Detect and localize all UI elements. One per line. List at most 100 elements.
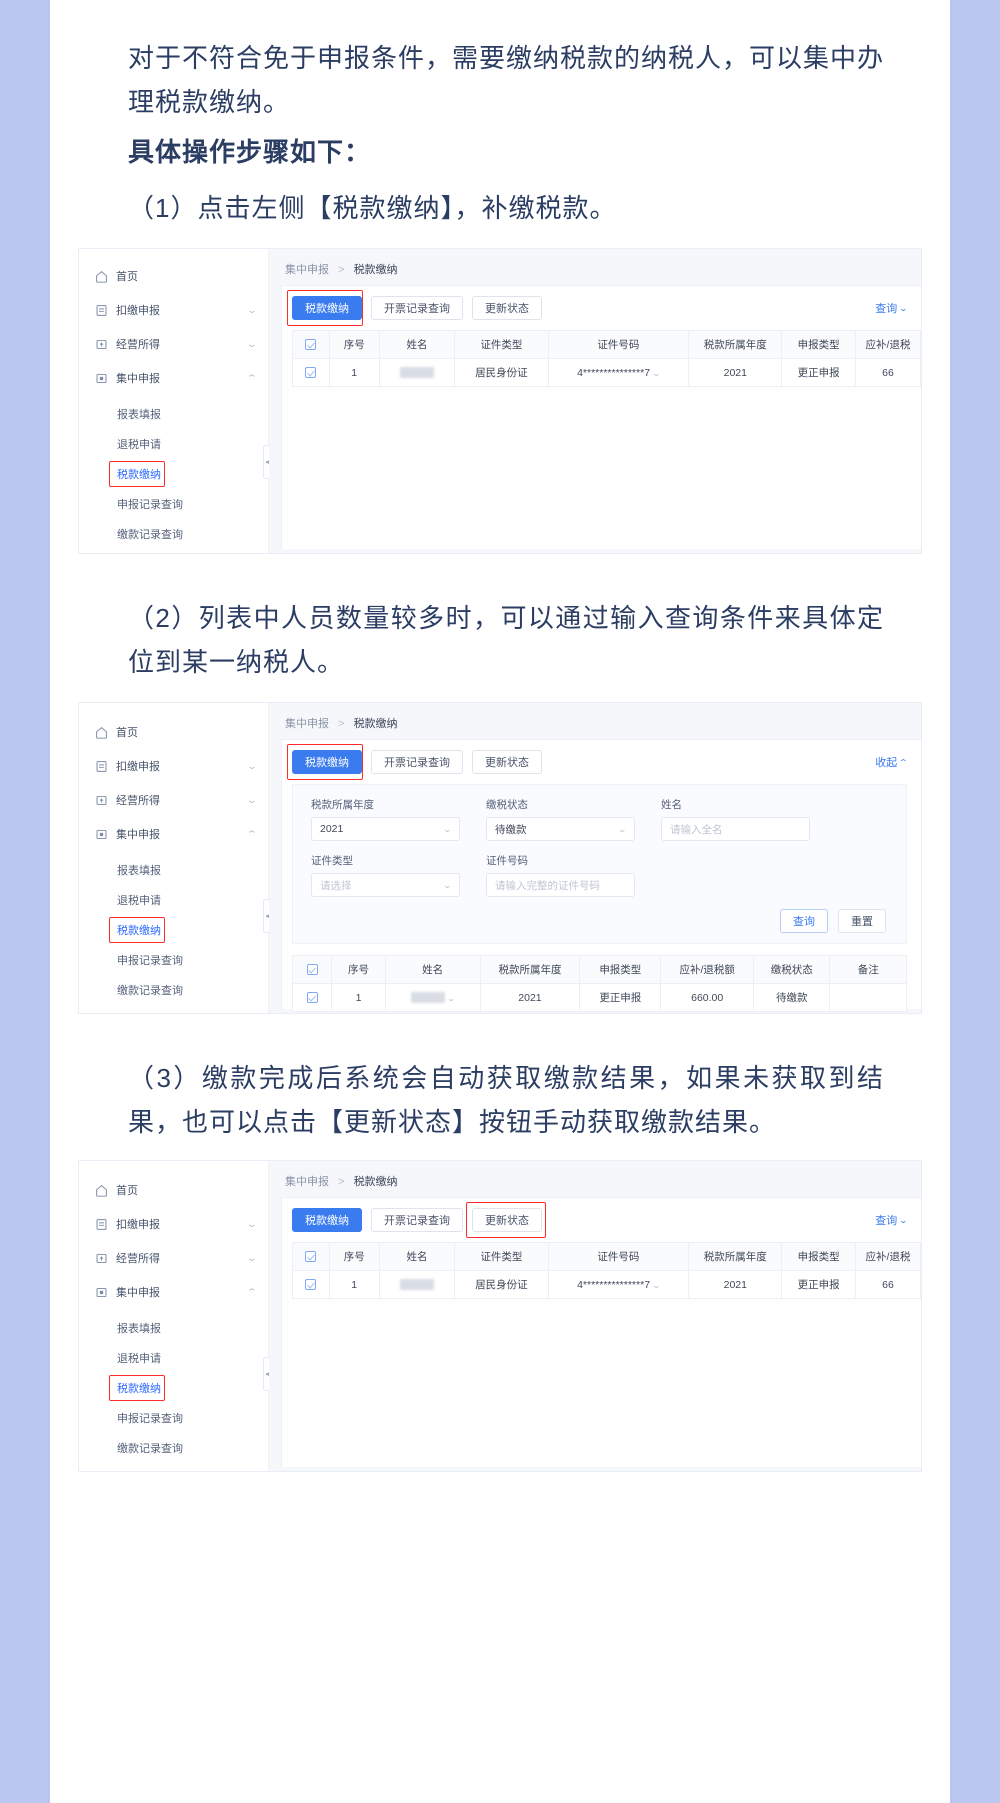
sidebar-item-home[interactable]: 首页 (79, 715, 268, 749)
home-icon (95, 270, 108, 283)
cell-seq: 1 (328, 358, 380, 387)
cell-tax-year: 2021 (479, 983, 581, 1012)
col-name: 姓名 (378, 1242, 456, 1271)
sidebar-item-refund-apply[interactable]: 退税申请 (79, 429, 268, 459)
sidebar-item-tax-payment[interactable]: 税款缴纳 (79, 1373, 268, 1403)
checkbox-icon[interactable] (305, 339, 317, 351)
sidebar-item-home[interactable]: 首页 (79, 1173, 268, 1207)
checkbox-icon[interactable] (305, 1279, 317, 1291)
invoice-record-query-button[interactable]: 开票记录查询 (371, 750, 463, 774)
row-checkbox-cell[interactable] (292, 358, 330, 387)
pay-status-select[interactable]: 待缴款 ⌄ (486, 817, 635, 841)
chevron-down-icon[interactable]: ⌄ (446, 994, 455, 1003)
update-status-button[interactable]: 更新状态 (472, 750, 542, 774)
sidebar-item-tax-payment[interactable]: 税款缴纳 (79, 915, 268, 945)
field-label: 姓名 (661, 799, 682, 811)
row-checkbox-cell[interactable] (292, 1270, 330, 1299)
page-rail-right (950, 0, 1000, 1803)
form-icon (95, 1218, 108, 1231)
field-tax-year: 税款所属年度 2021 ⌄ (311, 797, 486, 841)
checkbox-icon[interactable] (305, 367, 317, 379)
sidebar-item-label: 经营所得 (116, 339, 160, 351)
breadcrumb-parent[interactable]: 集中申报 (285, 264, 329, 276)
col-seq: 序号 (328, 1242, 380, 1271)
tax-year-select[interactable]: 2021 ⌄ (311, 817, 460, 841)
tax-payment-button[interactable]: 税款缴纳 (292, 1208, 362, 1232)
sidebar-item-batch-declare[interactable]: 集中申报 ⌃ (79, 1275, 268, 1309)
sidebar-item-label: 经营所得 (116, 795, 160, 807)
query-button[interactable]: 查询 (780, 909, 828, 933)
sidebar-item-declare-record[interactable]: 申报记录查询 (79, 489, 268, 519)
chevron-up-icon: ⌃ (246, 828, 258, 839)
checkbox-icon[interactable] (306, 992, 318, 1004)
invoice-record-query-button[interactable]: 开票记录查询 (371, 296, 463, 320)
step-3-text: （3）缴款完成后系统会自动获取缴款结果，如果未获取到结果，也可以点击【更新状态】… (128, 1063, 884, 1137)
select-all-header[interactable] (292, 1242, 330, 1271)
id-number-input[interactable]: 请输入完整的证件号码 (486, 873, 635, 897)
table-row[interactable]: 1 居民身份证 4***************7 ⌄ 2021 更正申报 66 (292, 1270, 921, 1299)
sidebar-subitem-label: 报表填报 (117, 1323, 161, 1335)
content-panel: 税款缴纳 开票记录查询 更新状态 查询 ⌄ 序号 姓名 证件类型 证件号码 税款… (281, 1197, 921, 1467)
name-input[interactable]: 请输入全名 (661, 817, 810, 841)
query-toggle[interactable]: 查询 ⌄ (875, 1212, 908, 1228)
chevron-down-icon: ⌄ (246, 1218, 258, 1229)
sidebar-subitem-label: 缴款记录查询 (117, 1443, 183, 1455)
sidebar-item-batch-declare[interactable]: 集中申报 ⌃ (79, 361, 268, 395)
query-toggle[interactable]: 收起 ⌃ (875, 754, 908, 770)
row-checkbox-cell[interactable] (291, 983, 333, 1012)
sidebar-item-payment-record[interactable]: 缴款记录查询 (79, 1433, 268, 1463)
sidebar-item-label: 集中申报 (116, 373, 160, 385)
breadcrumb-parent[interactable]: 集中申报 (285, 1176, 329, 1188)
sidebar-item-withholding[interactable]: 扣缴申报 ⌄ (79, 749, 268, 783)
sidebar-item-report-fill[interactable]: 报表填报 (79, 399, 268, 429)
step-1-text: （1）点击左侧【税款缴纳】，补缴税款。 (128, 193, 617, 223)
sidebar-subitem-label: 税款缴纳 (117, 1383, 161, 1395)
breadcrumb-parent[interactable]: 集中申报 (285, 718, 329, 730)
update-status-button[interactable]: 更新状态 (472, 296, 542, 320)
sidebar-item-withholding[interactable]: 扣缴申报 ⌄ (79, 293, 268, 327)
chevron-down-icon[interactable]: ⌄ (652, 369, 661, 378)
sidebar-item-business-income[interactable]: 经营所得 ⌄ (79, 1241, 268, 1275)
sidebar-item-declare-record[interactable]: 申报记录查询 (79, 1403, 268, 1433)
select-all-header[interactable] (292, 330, 330, 359)
sidebar-item-batch-declare[interactable]: 集中申报 ⌃ (79, 817, 268, 851)
col-id-number: 证件号码 (547, 1242, 690, 1271)
sidebar-item-business-income[interactable]: 经营所得 ⌄ (79, 327, 268, 361)
sidebar-item-declare-record[interactable]: 申报记录查询 (79, 945, 268, 975)
document-page: 对于不符合免于申报条件，需要缴纳税款的纳税人，可以集中办理税款缴纳。 具体操作步… (50, 0, 950, 1803)
sidebar-item-business-income[interactable]: 经营所得 ⌄ (79, 783, 268, 817)
breadcrumb-separator: > (338, 1176, 345, 1188)
checkbox-icon[interactable] (305, 1251, 317, 1263)
redacted-name (400, 1279, 434, 1291)
sidebar-item-home[interactable]: 首页 (79, 259, 268, 293)
tax-payment-button[interactable]: 税款缴纳 (292, 296, 362, 320)
chevron-down-icon[interactable]: ⌄ (652, 1281, 661, 1290)
select-all-header[interactable] (291, 955, 333, 984)
cell-declare-type: 更正申报 (579, 983, 662, 1012)
query-toggle[interactable]: 查询 ⌄ (875, 300, 908, 316)
col-declare-type: 申报类型 (781, 1242, 856, 1271)
sidebar-subitem-label: 缴款记录查询 (117, 529, 183, 541)
sidebar-item-refund-apply[interactable]: 退税申请 (79, 885, 268, 915)
cell-amount: 66 (854, 358, 921, 387)
sidebar-item-payment-record[interactable]: 缴款记录查询 (79, 975, 268, 1005)
tax-payment-button[interactable]: 税款缴纳 (292, 750, 362, 774)
sidebar-item-report-fill[interactable]: 报表填报 (79, 855, 268, 885)
reset-button[interactable]: 重置 (838, 909, 886, 933)
sidebar-item-withholding[interactable]: 扣缴申报 ⌄ (79, 1207, 268, 1241)
update-status-button[interactable]: 更新状态 (472, 1208, 542, 1232)
sidebar-item-tax-payment[interactable]: 税款缴纳 (79, 459, 268, 489)
batch-icon (95, 1286, 108, 1299)
sidebar-item-payment-record[interactable]: 缴款记录查询 (79, 519, 268, 549)
form-icon (95, 760, 108, 773)
id-type-select[interactable]: 请选择 ⌄ (311, 873, 460, 897)
cell-name (378, 358, 456, 387)
sidebar-item-refund-apply[interactable]: 退税申请 (79, 1343, 268, 1373)
sidebar: 首页 扣缴申报 ⌄ 经营所得 ⌄ 集中申报 ⌃ 报表填报 退税申请 税款缴纳 申… (79, 249, 273, 553)
table-row[interactable]: 1 居民身份证 4***************7 ⌄ 2021 更正申报 66 (292, 358, 921, 387)
checkbox-icon[interactable] (306, 964, 318, 976)
table-row[interactable]: 1 ⌄ 2021 更正申报 660.00 待缴款 (291, 983, 907, 1012)
invoice-record-query-button[interactable]: 开票记录查询 (371, 1208, 463, 1232)
table-header-row: 序号 姓名 证件类型 证件号码 税款所属年度 申报类型 应补/退税 (292, 330, 921, 359)
sidebar-item-report-fill[interactable]: 报表填报 (79, 1313, 268, 1343)
